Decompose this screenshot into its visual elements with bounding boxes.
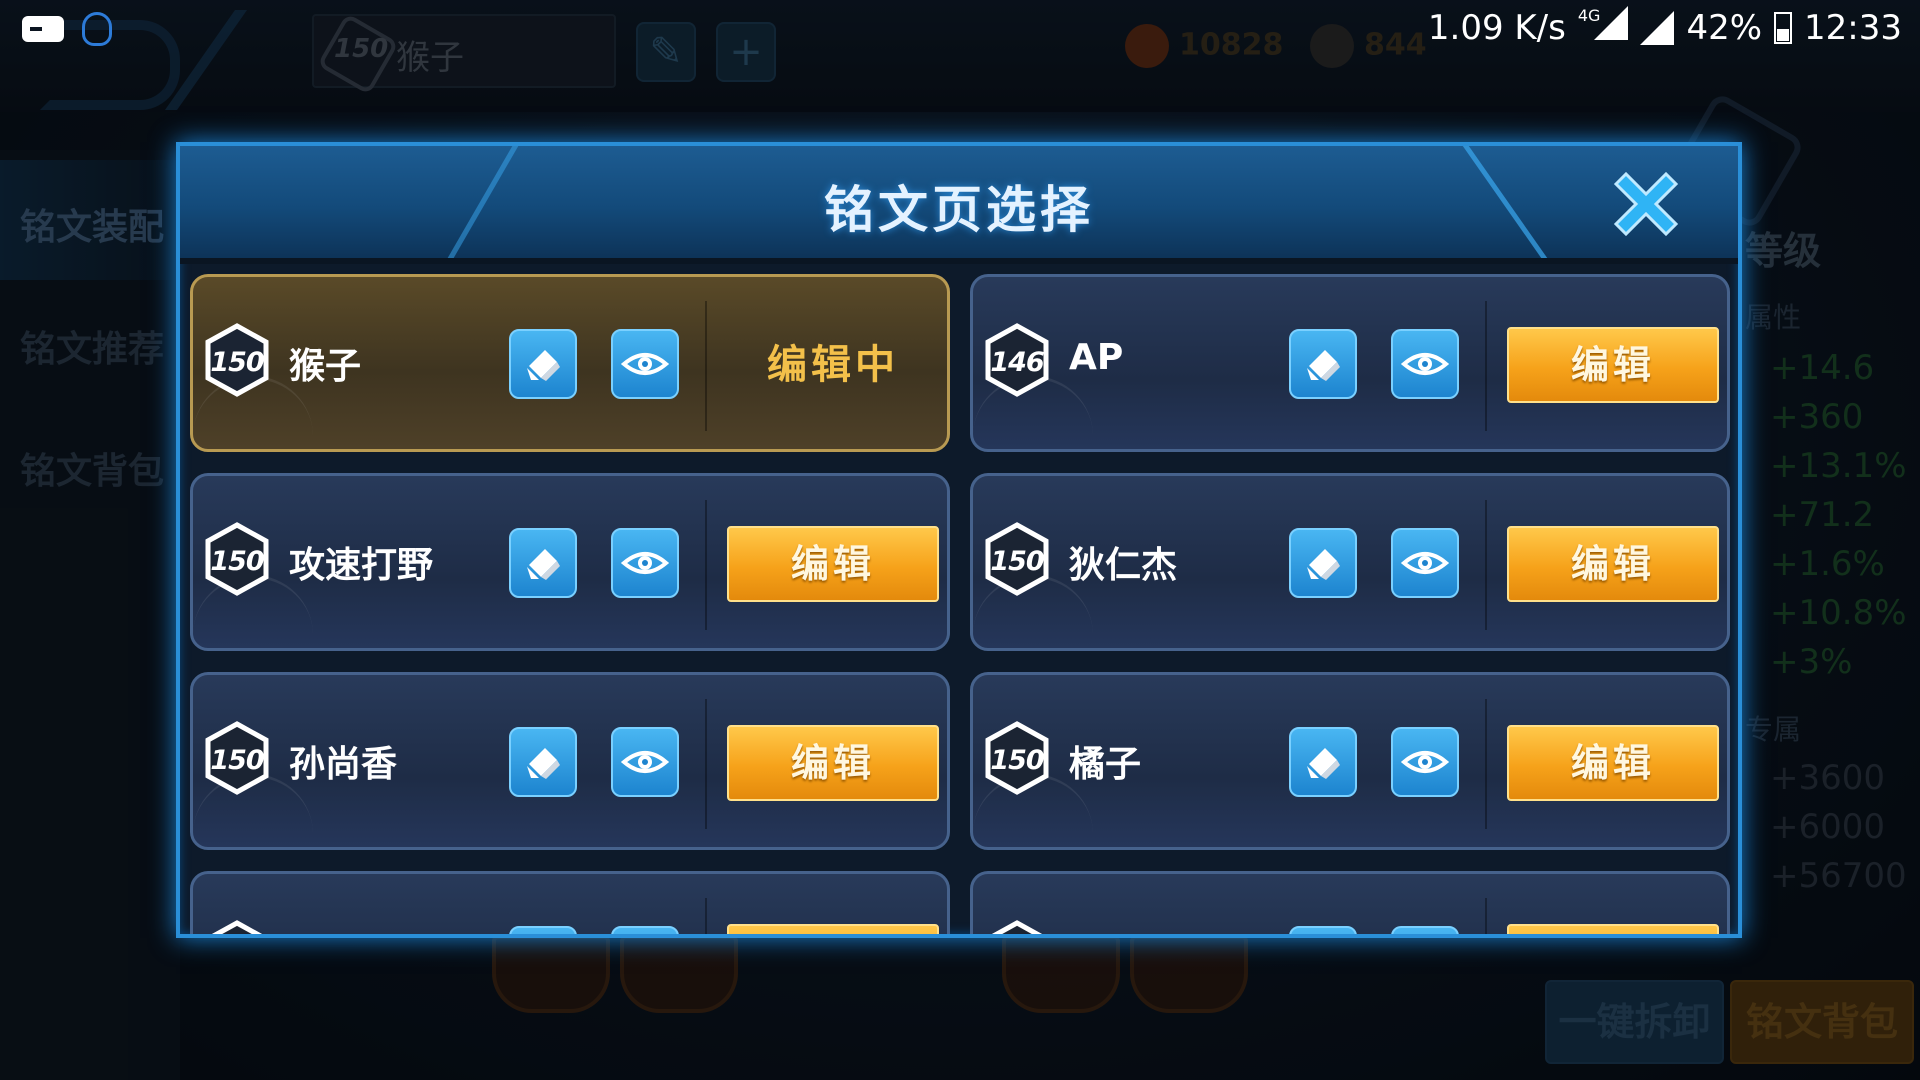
- hex-level-badge: [205, 920, 269, 934]
- editing-label: 编辑中: [767, 342, 899, 388]
- edit-button[interactable]: 编辑: [1507, 327, 1719, 403]
- rename-button[interactable]: [1289, 727, 1357, 797]
- edit-button[interactable]: 编辑: [727, 526, 939, 602]
- rune-page-card[interactable]: 150 猴子 编辑中: [190, 274, 950, 452]
- preview-button[interactable]: [1391, 528, 1459, 598]
- clock: 12:33: [1804, 7, 1902, 48]
- page-name: 攻速打野: [289, 545, 434, 586]
- page-level: 150: [210, 546, 264, 577]
- edit-button[interactable]: 编辑: [1507, 526, 1719, 602]
- card-divider: [705, 500, 707, 630]
- hex-level-badge: [985, 920, 1049, 934]
- close-button[interactable]: [1604, 162, 1688, 246]
- edit-button[interactable]: 编辑: [1507, 725, 1719, 801]
- preview-button[interactable]: [611, 926, 679, 934]
- dialog-header: 铭文页选择: [180, 146, 1738, 258]
- signal-4g-icon: 4G: [1578, 6, 1629, 49]
- rename-button[interactable]: [509, 926, 577, 934]
- status-right: 1.09 K/s 4G 42% 12:33: [1428, 6, 1902, 49]
- rename-button[interactable]: [509, 329, 577, 399]
- rename-button[interactable]: [1289, 528, 1357, 598]
- card-divider: [1485, 898, 1487, 934]
- rename-button[interactable]: [509, 528, 577, 598]
- rune-page-card[interactable]: 150 攻速打野 编辑: [190, 473, 950, 651]
- page-name: 狄仁杰: [1069, 545, 1178, 586]
- rune-page-card[interactable]: 150 孙尚香 编辑: [190, 672, 950, 850]
- rename-button[interactable]: [509, 727, 577, 797]
- page-level: 150: [210, 347, 264, 378]
- rune-page-card[interactable]: 150 狄仁杰 编辑: [970, 473, 1730, 651]
- rename-button[interactable]: [1289, 926, 1357, 934]
- page-level: 150: [990, 546, 1044, 577]
- rune-page-card[interactable]: 编辑: [970, 871, 1730, 934]
- network-speed: 1.09 K/s: [1427, 7, 1566, 48]
- rune-page-select-dialog: 铭文页选择 150 猴子 编辑中 146 AP 编辑 150 攻速打野 编辑 150 狄仁杰 编辑 15…: [176, 142, 1742, 938]
- card-divider: [705, 898, 707, 934]
- gamepad-icon: [22, 16, 64, 42]
- rune-page-card[interactable]: 146 AP 编辑: [970, 274, 1730, 452]
- rename-button[interactable]: [1289, 329, 1357, 399]
- preview-button[interactable]: [1391, 329, 1459, 399]
- status-bar: 1.09 K/s 4G 42% 12:33: [0, 0, 1920, 60]
- rune-page-card[interactable]: 150 橘子 编辑: [970, 672, 1730, 850]
- card-divider: [1485, 699, 1487, 829]
- card-divider: [705, 301, 707, 431]
- preview-button[interactable]: [611, 528, 679, 598]
- header-divider: [180, 258, 1738, 264]
- card-divider: [705, 699, 707, 829]
- preview-button[interactable]: [1391, 727, 1459, 797]
- close-icon: [1613, 171, 1679, 237]
- battery-percent: 42%: [1686, 7, 1763, 48]
- battery-icon: [1774, 11, 1793, 44]
- qq-icon: [82, 12, 112, 46]
- signal-icon: [1640, 10, 1675, 45]
- card-divider: [1485, 301, 1487, 431]
- page-name: 猴子: [289, 346, 362, 387]
- preview-button[interactable]: [611, 329, 679, 399]
- page-level: 150: [990, 745, 1044, 776]
- edit-button[interactable]: 编辑: [727, 725, 939, 801]
- page-level: 150: [210, 745, 264, 776]
- rune-page-card[interactable]: 编辑: [190, 871, 950, 934]
- preview-button[interactable]: [1391, 926, 1459, 934]
- card-divider: [1485, 500, 1487, 630]
- edit-button[interactable]: 编辑: [1507, 924, 1719, 934]
- edit-button[interactable]: 编辑: [727, 924, 939, 934]
- dialog-title: 铭文页选择: [824, 181, 1094, 239]
- preview-button[interactable]: [611, 727, 679, 797]
- page-name: 孙尚香: [289, 744, 398, 785]
- page-name: AP: [1069, 337, 1124, 378]
- page-level: 146: [990, 347, 1044, 378]
- page-name: 橘子: [1069, 744, 1142, 785]
